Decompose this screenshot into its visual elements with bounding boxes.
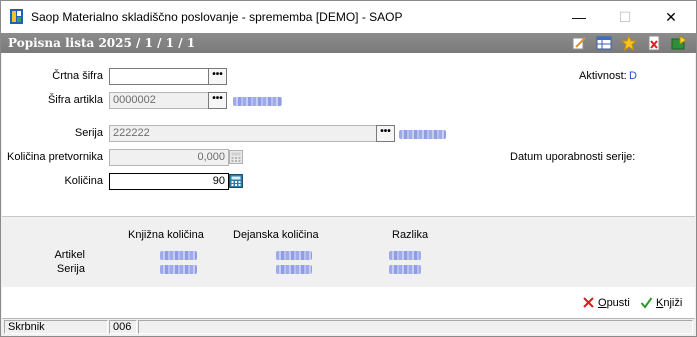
edit-icon[interactable]	[571, 35, 587, 51]
book-quantity-batch-redacted	[160, 265, 197, 274]
delete-icon[interactable]	[646, 35, 662, 51]
application-window: Saop Materialno skladiščno poslovanje - …	[0, 0, 697, 337]
status-bar: Skrbnik 006	[2, 318, 695, 336]
book-quantity-header: Knjižna količina	[128, 229, 204, 241]
batch-lookup-button[interactable]: •••	[376, 125, 395, 142]
post-label: Knjiži	[656, 296, 683, 309]
actual-quantity-batch-redacted	[276, 265, 312, 274]
export-icon[interactable]	[671, 35, 687, 51]
item-name-redacted	[233, 97, 282, 106]
grid-icon[interactable]	[596, 35, 612, 51]
page-title: Popisna lista 2025 / 1 / 1 / 1	[8, 36, 196, 50]
item-code-lookup-button[interactable]: •••	[208, 92, 227, 109]
favorite-star-icon[interactable]	[621, 35, 637, 51]
summary-row-batch: Serija	[56, 263, 85, 275]
quantity-input[interactable]: 90	[109, 173, 229, 190]
actual-quantity-header: Dejanska količina	[233, 229, 319, 241]
difference-batch-redacted	[389, 265, 421, 274]
close-button[interactable]: ✕	[648, 1, 694, 33]
title-bar: Saop Materialno skladiščno poslovanje - …	[1, 1, 696, 33]
post-button[interactable]: Knjiži	[640, 296, 682, 309]
batch-label: Serija	[74, 127, 103, 139]
status-message	[138, 320, 693, 334]
quantity-label: Količina	[64, 175, 103, 187]
batch-expiry-label: Datum uporabnosti serije:	[510, 151, 636, 163]
checkmark-icon	[640, 297, 653, 309]
converter-quantity-input[interactable]: 0,000	[109, 149, 229, 166]
form-header-bar: Popisna lista 2025 / 1 / 1 / 1	[1, 33, 696, 53]
cancel-button[interactable]: Opusti	[582, 296, 630, 309]
barcode-lookup-button[interactable]: •••	[208, 68, 227, 85]
maximize-button[interactable]: ☐	[602, 1, 648, 33]
book-quantity-item-redacted	[160, 251, 197, 260]
status-user: Skrbnik	[4, 320, 108, 334]
status-code: 006	[109, 320, 137, 334]
minimize-button[interactable]: —	[556, 1, 602, 33]
summary-row-item: Artikel	[54, 249, 85, 261]
actual-quantity-item-redacted	[276, 251, 312, 260]
barcode-input[interactable]	[109, 68, 209, 85]
difference-header: Razlika	[392, 229, 429, 241]
form-panel: Črtna šifra ••• Šifra artikla 0000002 ••…	[2, 53, 695, 216]
converter-quantity-label: Količina pretvornika	[7, 151, 103, 163]
activity-label: Aktivnost:	[579, 70, 627, 82]
item-code-input[interactable]: 0000002	[109, 92, 209, 109]
batch-name-redacted	[399, 130, 446, 139]
difference-item-redacted	[389, 251, 421, 260]
calculator-icon[interactable]	[229, 150, 243, 164]
action-bar: Opusti Knjiži	[2, 287, 695, 318]
item-code-label: Šifra artikla	[47, 94, 103, 106]
calculator-icon[interactable]	[229, 174, 243, 188]
cancel-x-icon	[583, 297, 594, 308]
window-title: Saop Materialno skladiščno poslovanje - …	[31, 10, 403, 24]
barcode-label: Črtna šifra	[52, 70, 103, 82]
cancel-label: Opusti	[598, 296, 630, 309]
app-logo-icon	[10, 9, 23, 24]
activity-value: D	[629, 70, 637, 82]
batch-input[interactable]: 222222	[109, 125, 377, 142]
quantity-summary-panel: Knjižna količina Dejanska količina Razli…	[2, 217, 695, 287]
